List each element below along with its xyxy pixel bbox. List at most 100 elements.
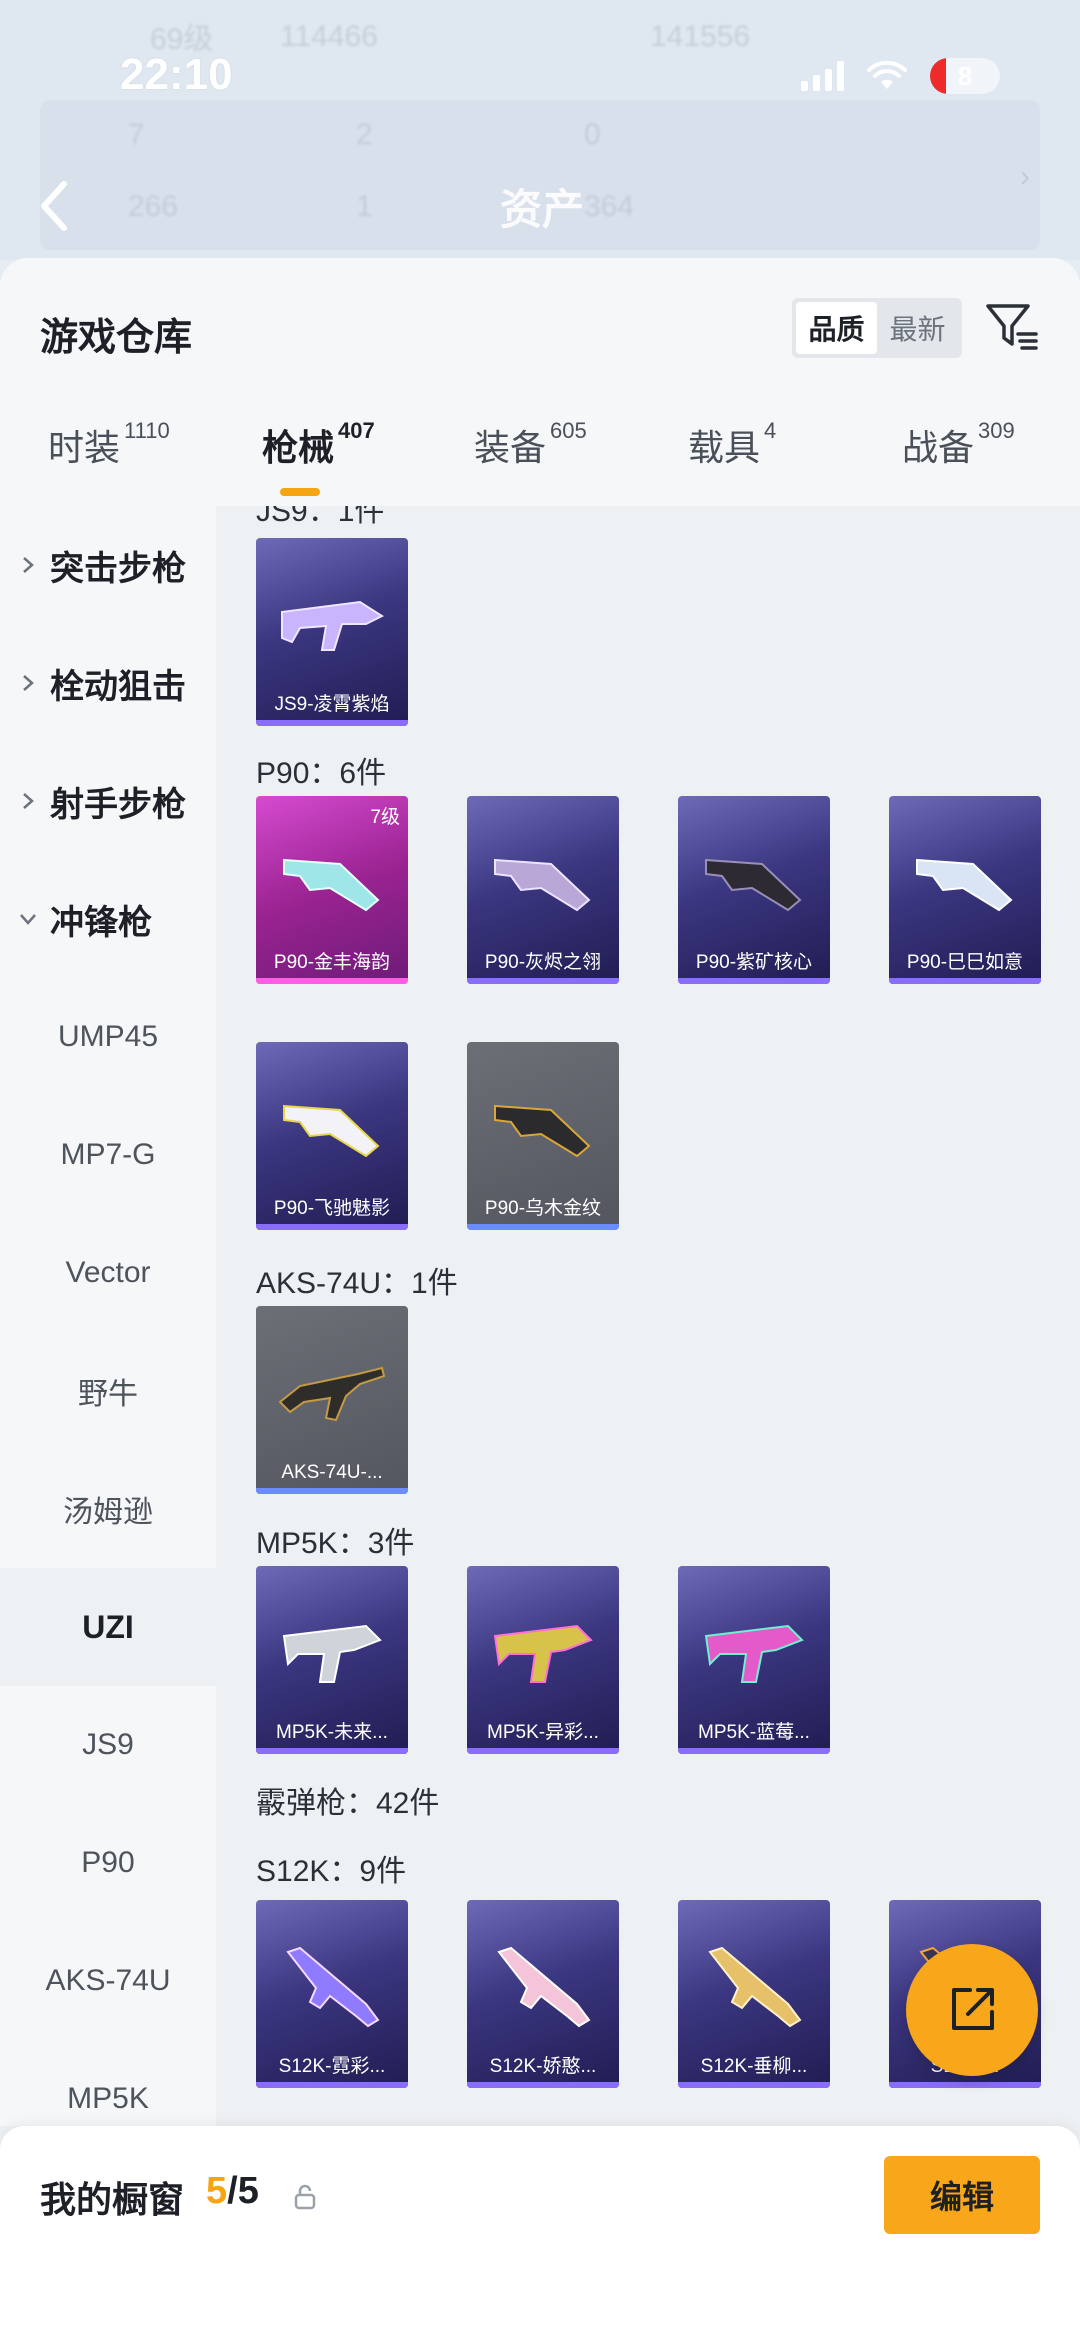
item-name: P90-紫矿核心	[695, 952, 813, 973]
item-card[interactable]: 7级 P90-金丰海韵	[256, 796, 408, 984]
chevron-right-icon	[23, 675, 34, 691]
chevron-right-icon	[23, 793, 34, 809]
sidebar-sub-uzi[interactable]: UZI	[0, 1568, 216, 1686]
item-card[interactable]: S12K-娇憨...	[467, 1900, 619, 2088]
item-grid: JS9：1件 JS9-凌霄紫焰 P90：6件 7级 P90-金丰海韵 P90-灰…	[216, 506, 1080, 2126]
coins-value: 114466	[280, 20, 378, 53]
sidebar-sub-ump45[interactable]: UMP45	[0, 978, 216, 1096]
shotgun-icon	[708, 1946, 802, 2028]
group-label-shotgun: 霰弹枪：42件	[256, 1787, 440, 1820]
lock-icon	[294, 2184, 316, 2210]
asset-label: 资产	[500, 186, 585, 233]
item-card[interactable]: MP5K-异彩...	[467, 1566, 619, 1754]
item-name: P90-巳巳如意	[906, 952, 1024, 973]
rarity-bar	[467, 978, 619, 984]
sort-latest-button[interactable]: 最新	[877, 302, 958, 354]
shotgun-icon	[286, 1946, 380, 2028]
item-name: MP5K-异彩...	[487, 1722, 599, 1743]
rarity-bar	[256, 1488, 408, 1494]
weapon-category-sidebar: 突击步枪 栓动狙击 射手步枪 冲锋枪 UMP45 MP7-G Vector 野牛…	[0, 506, 216, 2126]
tab-supplies[interactable]: 战备 309	[902, 418, 1015, 471]
item-name: MP5K-蓝莓...	[698, 1722, 810, 1743]
tab-label: 载具	[688, 427, 761, 468]
item-name: AKS-74U-...	[281, 1462, 383, 1483]
share-button[interactable]	[906, 1944, 1038, 2076]
item-card[interactable]: P90-乌木金纹	[467, 1042, 619, 1230]
sidebar-sub-js9[interactable]: JS9	[0, 1686, 216, 1804]
rarity-bar	[256, 1224, 408, 1230]
rarity-bar	[256, 720, 408, 726]
background-header: 69级 114466 141556 7 2 0 266 1 364 22:10 …	[0, 0, 1080, 260]
item-name: S12K-霓彩...	[278, 2056, 386, 2077]
item-card[interactable]: S12K-霓彩...	[256, 1900, 408, 2088]
sidebar-item-smg[interactable]: 冲锋枪	[0, 860, 216, 978]
tab-label: 战备	[902, 427, 975, 468]
item-name: JS9-凌霄紫焰	[274, 694, 390, 715]
tab-vehicles[interactable]: 载具 4	[688, 418, 776, 471]
smg-icon	[916, 858, 1013, 912]
sidebar-sub-mp7g[interactable]: MP7-G	[0, 1096, 216, 1214]
showcase-count: 5/5	[206, 2170, 259, 2213]
group-label-js9: JS9：1件	[256, 506, 385, 528]
showcase-current: 5	[206, 2170, 228, 2212]
item-name: S12K-垂柳...	[700, 2056, 808, 2077]
stat-value: 364	[584, 190, 635, 223]
smg-icon	[494, 858, 591, 912]
tab-equipment[interactable]: 装备 605	[474, 418, 587, 471]
sidebar-item-label: 突击步枪	[50, 549, 186, 588]
battery-level: 8	[957, 61, 973, 91]
item-card[interactable]: P90-巳巳如意	[889, 796, 1041, 984]
item-card[interactable]: AKS-74U-...	[256, 1306, 408, 1494]
item-card[interactable]: P90-灰烬之翎	[467, 796, 619, 984]
sidebar-item-assault-rifle[interactable]: 突击步枪	[0, 506, 216, 624]
item-name: S12K-娇憨...	[489, 2056, 597, 2077]
sidebar-sub-aks74u[interactable]: AKS-74U	[0, 1922, 216, 2040]
sidebar-item-label: 射手步枪	[50, 785, 186, 824]
chevron-left-icon	[41, 181, 67, 231]
tab-count: 309	[978, 418, 1015, 443]
item-card[interactable]: JS9-凌霄紫焰	[256, 538, 408, 726]
rarity-bar	[889, 2082, 1041, 2088]
wifi-icon	[866, 60, 908, 91]
page-title: 游戏仓库	[40, 317, 193, 359]
edit-button[interactable]: 编辑	[884, 2156, 1040, 2234]
active-tab-indicator	[280, 488, 320, 496]
item-card[interactable]: MP5K-未来...	[256, 1566, 408, 1754]
points-value: 141556	[650, 20, 751, 53]
status-time: 22:10	[120, 50, 233, 99]
tab-count: 407	[338, 418, 375, 443]
chevron-right-icon: ›	[1020, 160, 1030, 193]
rarity-bar	[889, 978, 1041, 984]
sort-quality-button[interactable]: 品质	[796, 302, 877, 354]
tab-firearms[interactable]: 枪械 407	[262, 418, 375, 471]
tab-count: 605	[550, 418, 587, 443]
tab-count: 4	[764, 418, 777, 443]
signal-icon	[801, 61, 844, 91]
rarity-bar	[256, 1748, 408, 1754]
sidebar-item-bolt-sniper[interactable]: 栓动狙击	[0, 624, 216, 742]
filter-button[interactable]	[984, 298, 1040, 354]
item-card[interactable]: S12K-垂柳...	[678, 1900, 830, 2088]
sidebar-sub-bison[interactable]: 野牛	[0, 1332, 216, 1450]
share-external-icon	[952, 1988, 994, 2030]
sidebar-sub-vector[interactable]: Vector	[0, 1214, 216, 1332]
group-label-mp5k: MP5K：3件	[256, 1527, 415, 1560]
item-card[interactable]: P90-紫矿核心	[678, 796, 830, 984]
back-button[interactable]	[34, 176, 74, 236]
category-tabs: 时装 1110 枪械 407 装备 605 载具 4 战备 309	[0, 418, 1080, 508]
tab-label: 装备	[474, 427, 547, 468]
item-level: 7级	[370, 807, 400, 828]
smg-icon	[281, 600, 385, 651]
sheet-header: 游戏仓库 品质 最新 时装 1110 枪械 407 装备 605 载具 4 战备 309	[0, 258, 1080, 506]
item-card[interactable]: MP5K-蓝莓...	[678, 1566, 830, 1754]
sidebar-sub-thompson[interactable]: 汤姆逊	[0, 1450, 216, 1568]
stat-value: 0	[584, 118, 601, 151]
sidebar-item-label: 冲锋枪	[50, 903, 152, 942]
sidebar-sub-p90[interactable]: P90	[0, 1804, 216, 1922]
item-name: P90-灰烬之翎	[484, 952, 602, 973]
tab-fashion[interactable]: 时装 1110	[48, 418, 170, 471]
sidebar-item-marksman-rifle[interactable]: 射手步枪	[0, 742, 216, 860]
item-card[interactable]: P90-飞驰魅影	[256, 1042, 408, 1230]
group-label-p90: P90：6件	[256, 757, 387, 790]
rarity-bar	[678, 2082, 830, 2088]
